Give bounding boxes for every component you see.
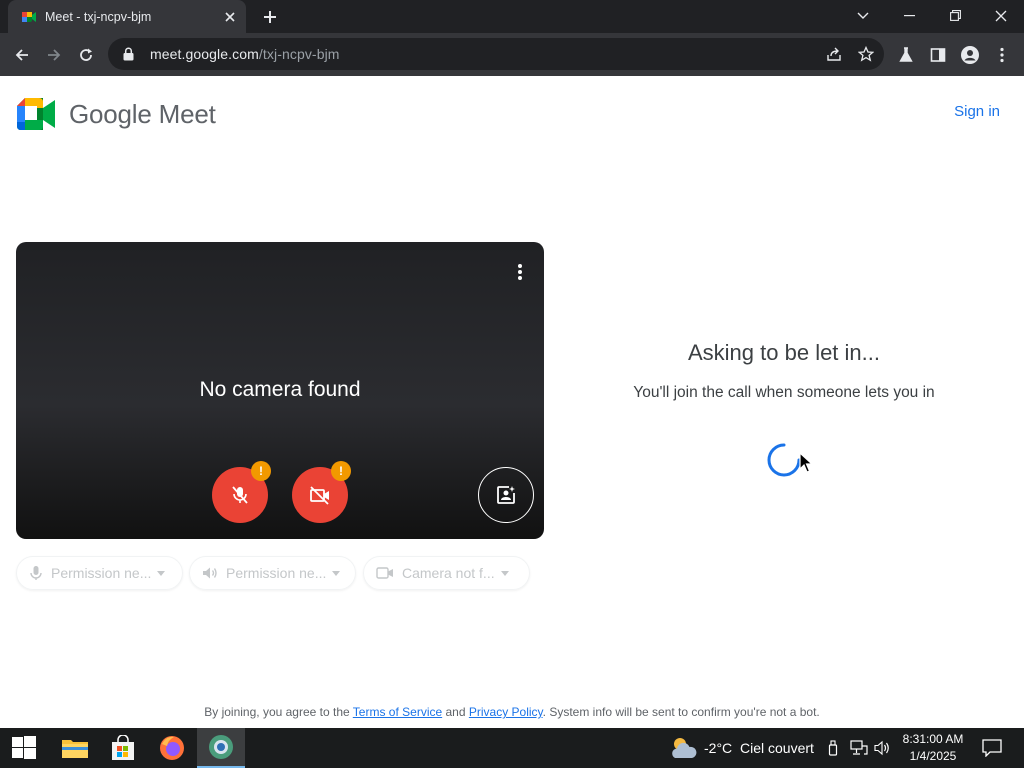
terms-of-service-link[interactable]: Terms of Service — [353, 705, 442, 719]
tab-title: Meet - txj-ncpv-bjm — [45, 9, 152, 24]
file-explorer-button[interactable] — [51, 728, 99, 768]
speaker-select-label: Permission ne... — [226, 565, 327, 581]
visual-effects-icon — [497, 486, 515, 504]
start-button[interactable] — [0, 728, 48, 768]
network-icon[interactable] — [850, 740, 868, 756]
chevron-down-icon — [332, 570, 341, 576]
speaker-icon — [203, 567, 217, 579]
waiting-subtitle: You'll join the call when someone lets y… — [633, 384, 935, 401]
labs-flask-icon[interactable] — [892, 41, 920, 69]
apply-visual-effects-button[interactable] — [478, 467, 534, 523]
reload-icon[interactable] — [72, 41, 100, 69]
meet-logo-icon — [17, 98, 55, 130]
mouse-cursor-icon — [799, 452, 813, 473]
browser-tab[interactable]: Meet - txj-ncpv-bjm — [8, 0, 246, 33]
browser-menu-icon[interactable] — [988, 41, 1016, 69]
mic-off-icon — [232, 486, 248, 504]
tab-search-icon[interactable] — [840, 0, 886, 31]
chevron-down-icon — [157, 570, 166, 576]
microphone-select-label: Permission ne... — [51, 565, 152, 581]
clock-time: 8:31:00 AM — [902, 732, 964, 746]
footer-middle: and — [442, 705, 469, 719]
url-host: meet.google.com — [150, 46, 259, 62]
camera-warning-icon: ! — [331, 461, 351, 481]
clock-date: 1/4/2025 — [909, 749, 957, 763]
footer-prefix: By joining, you agree to the — [204, 705, 353, 719]
windows-logo-icon — [12, 736, 36, 759]
folder-icon — [62, 740, 88, 758]
sign-in-link[interactable]: Sign in — [954, 103, 1000, 120]
taskbar-clock[interactable]: 8:31:00 AM 1/4/2025 — [898, 731, 968, 765]
meet-page: Google Meet Sign in No camera found ! ! — [0, 76, 1024, 728]
forward-icon[interactable] — [40, 41, 68, 69]
address-bar[interactable]: meet.google.com/txj-ncpv-bjm — [108, 38, 884, 70]
camera-select[interactable]: Camera not f... — [363, 556, 530, 590]
minimize-icon[interactable] — [886, 0, 932, 31]
speaker-select[interactable]: Permission ne... — [189, 556, 356, 590]
google-meet-logo[interactable]: Google Meet — [17, 98, 216, 130]
chrome-taskbar-button[interactable] — [197, 728, 245, 768]
new-tab-button[interactable] — [258, 5, 282, 29]
browser-tab-bar: Meet - txj-ncpv-bjm — [0, 0, 1024, 33]
meet-favicon-icon — [22, 11, 36, 22]
no-camera-message: No camera found — [199, 378, 361, 401]
footer-suffix: . System info will be sent to confirm yo… — [542, 705, 820, 719]
camera-icon — [376, 567, 393, 579]
browser-toolbar: meet.google.com/txj-ncpv-bjm — [0, 33, 1024, 76]
firefox-icon — [160, 736, 184, 760]
weather-temperature[interactable]: -2°C — [704, 740, 732, 756]
url-text: meet.google.com/txj-ncpv-bjm — [150, 46, 340, 62]
video-preview: No camera found ! ! — [16, 242, 544, 539]
more-options-icon[interactable] — [510, 260, 530, 284]
share-icon[interactable] — [824, 44, 844, 64]
url-path: /txj-ncpv-bjm — [258, 46, 340, 62]
firefox-button[interactable] — [148, 728, 196, 768]
loading-spinner-icon — [767, 443, 801, 477]
logo-text: Google Meet — [69, 98, 216, 129]
usb-device-icon[interactable] — [828, 740, 838, 756]
mic-icon — [30, 566, 42, 580]
camera-select-label: Camera not f... — [402, 565, 495, 581]
bookmark-star-icon[interactable] — [856, 44, 876, 64]
camera-off-icon — [310, 486, 329, 505]
side-panel-icon[interactable] — [924, 41, 952, 69]
close-tab-icon[interactable] — [218, 5, 242, 29]
lock-icon[interactable] — [120, 46, 136, 62]
camera-toggle-button[interactable]: ! — [292, 461, 351, 523]
restore-icon[interactable] — [932, 0, 978, 31]
chrome-app-icon — [209, 735, 233, 759]
privacy-policy-link[interactable]: Privacy Policy — [469, 705, 543, 719]
back-icon[interactable] — [8, 41, 36, 69]
store-bag-icon — [112, 735, 134, 760]
weather-cloudy-icon — [672, 738, 697, 758]
chevron-down-icon — [500, 570, 509, 576]
microphone-select[interactable]: Permission ne... — [16, 556, 183, 590]
weather-condition[interactable]: Ciel couvert — [740, 740, 814, 756]
microsoft-store-button[interactable] — [99, 728, 147, 768]
profile-icon[interactable] — [956, 41, 984, 69]
close-window-icon[interactable] — [978, 0, 1024, 31]
windows-taskbar: -2°C Ciel couvert 8:31:00 AM 1/4/2025 — [0, 728, 1024, 768]
volume-icon[interactable] — [874, 740, 892, 756]
terms-footer: By joining, you agree to the Terms of Se… — [0, 705, 1024, 719]
notifications-icon[interactable] — [982, 739, 1002, 757]
waiting-title: Asking to be let in... — [688, 340, 880, 365]
microphone-toggle-button[interactable]: ! — [212, 461, 271, 523]
mic-warning-icon: ! — [251, 461, 271, 481]
